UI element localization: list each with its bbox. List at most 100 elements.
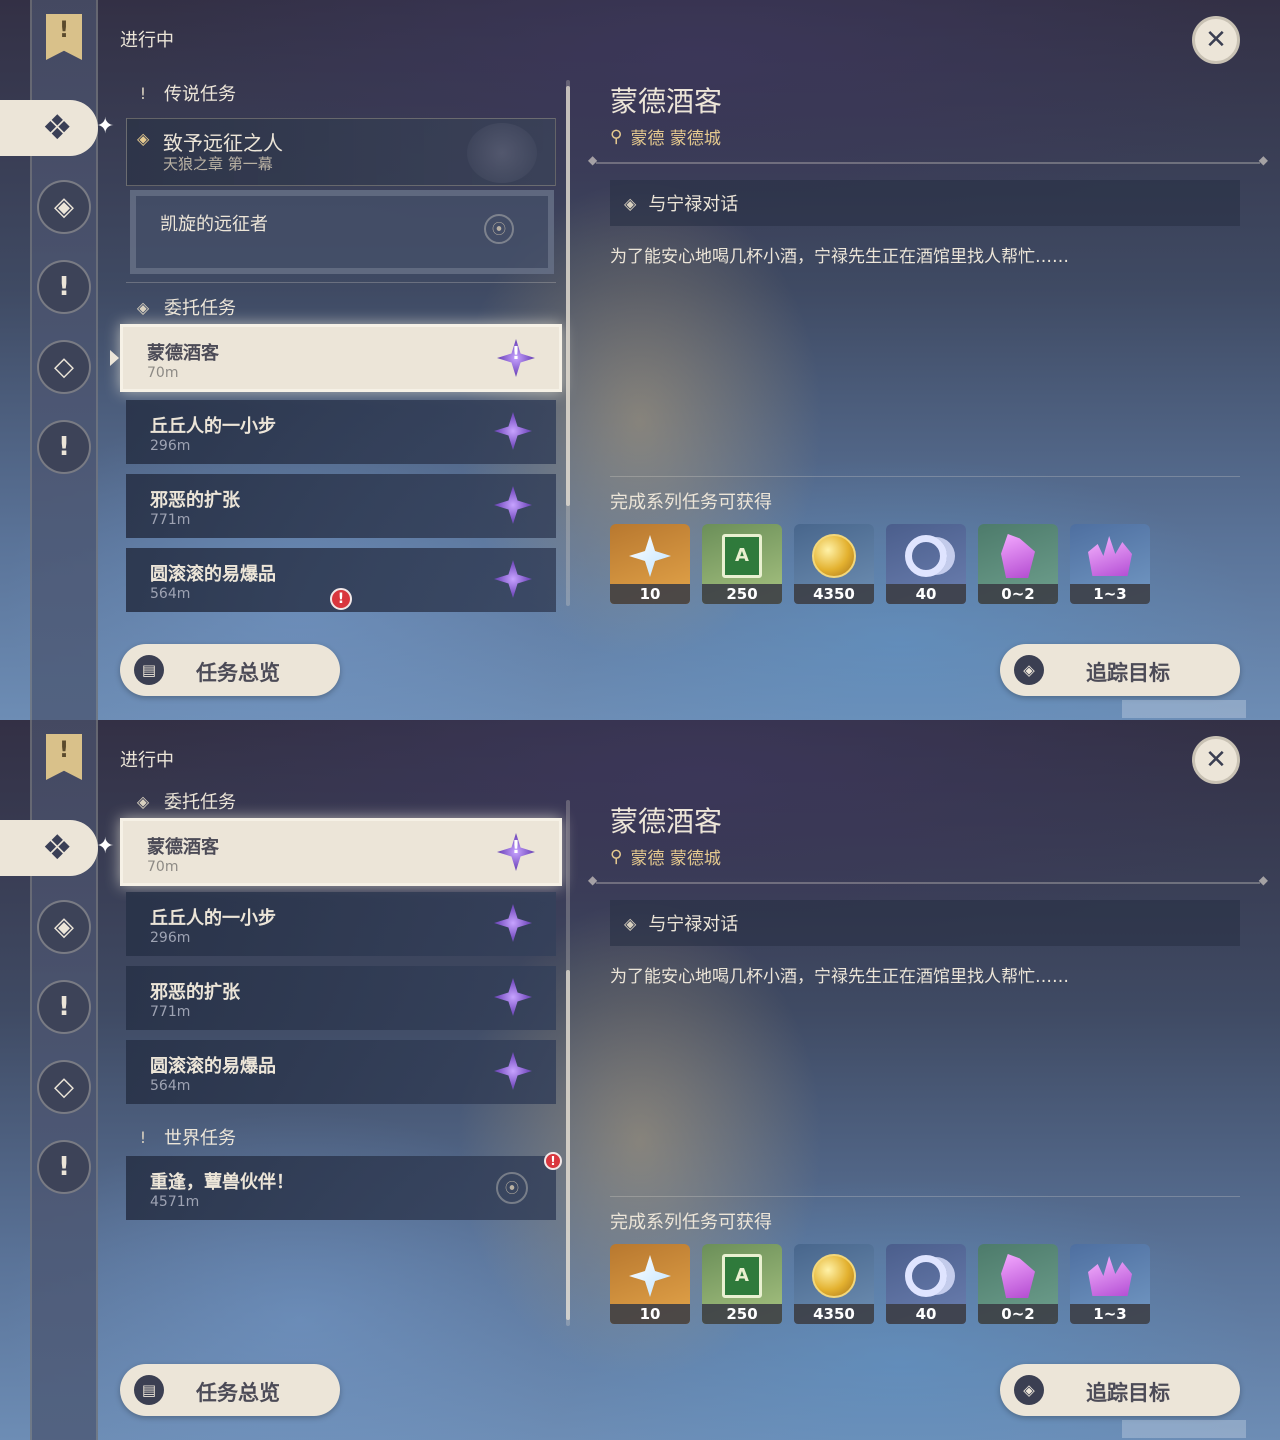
quest-name: 蒙德酒客 [147, 343, 219, 364]
selection-arrow-icon [110, 350, 119, 366]
scrollbar-thumb[interactable] [566, 970, 570, 1320]
mora-icon [812, 534, 856, 578]
quest-objective: ◈ 与宁禄对话 [610, 180, 1240, 226]
scrollbar-thumb[interactable] [566, 86, 570, 506]
section-commissions: ◈ 委托任务 [132, 788, 236, 814]
location-pin-icon: ⚲ [610, 846, 623, 867]
reward-mora[interactable]: 4350 [794, 1244, 874, 1324]
quest-description: 为了能安心地喝几杯小酒，宁禄先生正在酒馆里找人帮忙…… [610, 247, 1069, 267]
all-quests-icon: ❖ [42, 108, 73, 148]
track-quest-button[interactable]: ◈ 追踪目标 [1000, 1364, 1240, 1416]
track-diamond-icon: ◈ [1014, 655, 1044, 685]
quest-detail-title: 蒙德酒客 [610, 805, 723, 838]
mora-icon [812, 1254, 856, 1298]
all-quests-icon: ❖ [42, 828, 73, 868]
quest-log-screen-bottom: ! ❖ ✦ ◈ ! ◇ ! 进行中 ◈ 委托任务 蒙德酒客 70m ! 丘丘人的… [0, 720, 1280, 1440]
quest-item[interactable]: 重逢，蕈兽伙伴！ 4571m ⦿ [126, 1156, 556, 1220]
reward-mora[interactable]: 4350 [794, 524, 874, 604]
section-label: 传说任务 [164, 84, 236, 105]
quest-item[interactable]: 邪恶的扩张 771m [126, 474, 556, 538]
quest-distance: 564m [150, 586, 191, 602]
commission-star-icon [494, 486, 532, 524]
reward-companionship-exp[interactable]: 40 [886, 524, 966, 604]
objective-diamond-icon: ◈ [624, 193, 637, 213]
quest-log-screen-top: ! ❖ ✦ ◈ ! ◇ ! 进行中 ! 传说任务 ◈ 致予远征之人 天狼之章 第… [0, 0, 1280, 720]
sidebar-tab-all-quests[interactable]: ❖ [0, 820, 98, 876]
commission-icon: ◈ [136, 297, 150, 317]
reward-primogem[interactable]: 10 [610, 1244, 690, 1324]
world-quest-icon: ! [139, 1127, 147, 1147]
section-divider [126, 282, 556, 283]
crystal-chunk-icon [996, 1254, 1040, 1298]
exclamation-icon: ! [511, 837, 521, 858]
close-button[interactable]: ✕ [1192, 736, 1240, 784]
quest-book-icon: ▤ [134, 655, 164, 685]
commission-icon: ◈ [136, 791, 150, 811]
quest-item[interactable]: 丘丘人的一小步 296m [126, 892, 556, 956]
archon-quest-card[interactable]: ◈ 致予远征之人 天狼之章 第一幕 [126, 118, 556, 186]
close-button[interactable]: ✕ [1192, 16, 1240, 64]
sidebar-tab-all-quests[interactable]: ❖ [0, 100, 98, 156]
commission-icon: ◇ [54, 1072, 74, 1102]
adventure-exp-book-icon: A [720, 1254, 764, 1298]
reward-crystal-chunk[interactable]: 0~2 [978, 524, 1058, 604]
primogem-icon [628, 1254, 672, 1298]
in-progress-heading: 进行中 [120, 750, 174, 771]
quest-distance: 70m [147, 365, 179, 381]
world-quest-icon: ! [58, 432, 70, 462]
archon-quest-icon: ◈ [54, 192, 74, 222]
sidebar-tab-story-quests[interactable]: ! [37, 980, 91, 1034]
quest-overview-button[interactable]: ▤ 任务总览 [120, 644, 340, 696]
background-overlay [1122, 700, 1246, 718]
sidebar-tab-archon-quests[interactable]: ◈ [37, 900, 91, 954]
quest-distance: 70m [147, 859, 179, 875]
sidebar-tab-commissions[interactable]: ◇ [37, 1060, 91, 1114]
companionship-exp-icon [904, 534, 948, 578]
story-quest-icon: ! [58, 272, 70, 302]
quest-name: 丘丘人的一小步 [150, 416, 276, 437]
quest-item[interactable]: 丘丘人的一小步 296m [126, 400, 556, 464]
adventure-exp-book-icon: A [720, 534, 764, 578]
reward-adventure-exp[interactable]: A 250 [702, 1244, 782, 1324]
background-overlay [1122, 1420, 1246, 1438]
archon-diamond-icon: ◈ [137, 129, 150, 148]
location-pin-icon[interactable]: ⦿ [496, 1172, 528, 1204]
sidebar-tab-commissions[interactable]: ◇ [37, 340, 91, 394]
reward-companionship-exp[interactable]: 40 [886, 1244, 966, 1324]
archon-sub-quest[interactable]: 凯旋的远征者 ⦿ [130, 190, 554, 274]
sidebar-tab-world-quests[interactable]: ! [37, 1140, 91, 1194]
button-label: 追踪目标 [1086, 661, 1170, 685]
sidebar-tab-story-quests[interactable]: ! [37, 260, 91, 314]
reward-primogem[interactable]: 10 [610, 524, 690, 604]
close-icon: ✕ [1205, 25, 1227, 55]
reward-count: 40 [886, 1304, 966, 1324]
sidebar-tab-world-quests[interactable]: ! [37, 420, 91, 474]
quest-overview-button[interactable]: ▤ 任务总览 [120, 1364, 340, 1416]
reward-count: 10 [610, 1304, 690, 1324]
button-label: 任务总览 [196, 1381, 280, 1405]
sidebar-tab-archon-quests[interactable]: ◈ [37, 180, 91, 234]
quest-name: 重逢，蕈兽伙伴！ [150, 1172, 294, 1193]
quest-distance: 4571m [150, 1194, 200, 1210]
track-quest-button[interactable]: ◈ 追踪目标 [1000, 644, 1240, 696]
quest-objective: ◈ 与宁禄对话 [610, 900, 1240, 946]
alert-icon: ! [330, 588, 352, 610]
quest-item[interactable]: 邪恶的扩张 771m [126, 966, 556, 1030]
alert-icon: ! [544, 1152, 562, 1170]
reward-crystal-chunk[interactable]: 0~2 [978, 1244, 1058, 1324]
location-pin-icon[interactable]: ⦿ [484, 214, 514, 244]
location-text: 蒙德 蒙德城 [630, 129, 721, 149]
quest-distance: 771m [150, 512, 191, 528]
quest-item[interactable]: 圆滚滚的易爆品 564m [126, 1040, 556, 1104]
crystal-cluster-icon [1088, 1254, 1132, 1298]
reward-crystal-cluster[interactable]: 1~3 [1070, 1244, 1150, 1324]
reward-count: 0~2 [978, 1304, 1058, 1324]
quest-detail-title: 蒙德酒客 [610, 85, 723, 118]
quest-name: 蒙德酒客 [147, 837, 219, 858]
reward-crystal-cluster[interactable]: 1~3 [1070, 524, 1150, 604]
rewards-divider [610, 1196, 1240, 1197]
reward-adventure-exp[interactable]: A 250 [702, 524, 782, 604]
quest-item-selected[interactable]: 蒙德酒客 70m ! [120, 818, 562, 886]
quest-item-selected[interactable]: 蒙德酒客 70m ! [120, 324, 562, 392]
section-label: 委托任务 [164, 792, 236, 813]
